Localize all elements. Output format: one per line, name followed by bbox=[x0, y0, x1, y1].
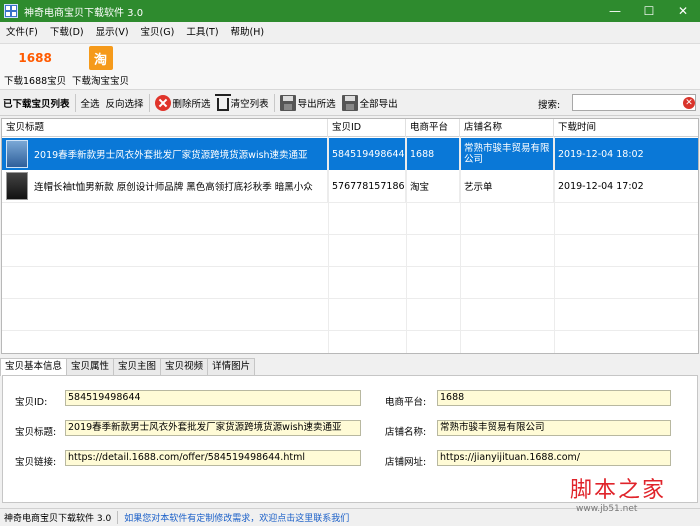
column-divider bbox=[554, 137, 555, 353]
list-title: 已下载宝贝列表 bbox=[3, 98, 70, 110]
cell-time: 2019-12-04 17:02 bbox=[554, 170, 698, 202]
delete-selected-button[interactable]: 删除所选 bbox=[152, 92, 214, 114]
download-1688-label: 下载1688宝贝 bbox=[4, 76, 67, 87]
platform-label: 电商平台: bbox=[385, 397, 427, 408]
column-divider bbox=[460, 137, 461, 353]
taobao-logo-icon: 淘 bbox=[88, 46, 113, 70]
delete-selected-label: 删除所选 bbox=[172, 98, 211, 110]
select-all-button[interactable]: 全选 bbox=[78, 92, 103, 114]
menu-goods[interactable]: 宝贝(G) bbox=[135, 22, 181, 44]
column-header-shop[interactable]: 店铺名称 bbox=[460, 119, 554, 137]
column-divider bbox=[328, 137, 329, 353]
cell-platform: 1688 bbox=[406, 138, 460, 170]
goods-table: 宝贝标题 宝贝ID 电商平台 店铺名称 下载时间 2019春季新款男士风衣外套批… bbox=[1, 118, 699, 354]
status-app-name: 神奇电商宝贝下载软件 3.0 bbox=[0, 511, 119, 524]
site-watermark: 脚本之家 www.jb51.net bbox=[570, 478, 698, 524]
export-selected-button[interactable]: 导出所选 bbox=[277, 92, 339, 114]
tab-main-images[interactable]: 宝贝主图 bbox=[113, 358, 162, 375]
menu-bar: 文件(F) 下载(D) 显示(V) 宝贝(G) 工具(T) 帮助(H) bbox=[0, 22, 700, 44]
clear-search-icon[interactable]: ✕ bbox=[683, 97, 695, 109]
export-all-button[interactable]: 全部导出 bbox=[339, 92, 401, 114]
detail-tabs: 宝贝基本信息 宝贝属性 宝贝主图 宝贝视频 详情图片 bbox=[0, 358, 700, 376]
column-header-title[interactable]: 宝贝标题 bbox=[2, 119, 328, 137]
toolbar-separator bbox=[148, 93, 150, 112]
column-header-time[interactable]: 下载时间 bbox=[554, 119, 698, 137]
menu-download[interactable]: 下载(D) bbox=[44, 22, 90, 44]
search-label: 搜索: bbox=[538, 100, 561, 111]
link-label: 宝贝链接: bbox=[15, 457, 57, 468]
row-title: 2019春季新款男士风衣外套批发厂家货源跨境货源wish速卖通亚 bbox=[34, 150, 308, 161]
contact-link[interactable]: 如果您对本软件有定制修改需求，欢迎点击这里联系我们 bbox=[118, 511, 349, 524]
cell-time: 2019-12-04 18:02 bbox=[554, 138, 698, 170]
table-header: 宝贝标题 宝贝ID 电商平台 店铺名称 下载时间 bbox=[2, 119, 698, 137]
column-header-platform[interactable]: 电商平台 bbox=[406, 119, 460, 137]
title-label: 宝贝标题: bbox=[15, 427, 57, 438]
tab-detail-images[interactable]: 详情图片 bbox=[207, 358, 256, 375]
watermark-text: 脚本之家 bbox=[570, 478, 667, 503]
toolbar-separator bbox=[74, 93, 76, 112]
1688-logo-icon: 1688 bbox=[18, 51, 52, 65]
id-label: 宝贝ID: bbox=[15, 397, 48, 408]
column-divider bbox=[406, 137, 407, 353]
cell-id: 584519498644 bbox=[328, 138, 406, 170]
row-title: 连帽长袖t恤男新款 原创设计师品牌 黑色高领打底衫秋季 暗黑小众 bbox=[34, 182, 313, 193]
cell-shop: 常熟市骏丰贸易有限公司 bbox=[460, 138, 554, 170]
row-shop: 常熟市骏丰贸易有限公司 bbox=[464, 143, 550, 165]
shop-url-field[interactable]: https://jianyijituan.1688.com/ bbox=[437, 450, 671, 466]
export-all-label: 全部导出 bbox=[359, 98, 398, 110]
row-divider bbox=[2, 202, 698, 203]
save-icon bbox=[279, 94, 296, 111]
cell-platform: 淘宝 bbox=[406, 170, 460, 202]
cell-title: 2019春季新款男士风衣外套批发厂家货源跨境货源wish速卖通亚 bbox=[2, 138, 328, 170]
product-thumbnail bbox=[6, 140, 28, 168]
tab-video[interactable]: 宝贝视频 bbox=[160, 358, 209, 375]
table-row[interactable]: 2019春季新款男士风衣外套批发厂家货源跨境货源wish速卖通亚 5845194… bbox=[2, 138, 698, 170]
shop-url-label: 店铺网址: bbox=[385, 457, 427, 468]
close-button[interactable]: ✕ bbox=[666, 0, 700, 22]
link-field[interactable]: https://detail.1688.com/offer/5845194986… bbox=[65, 450, 361, 466]
download-taobao-label: 下载淘宝宝贝 bbox=[72, 76, 130, 87]
menu-view[interactable]: 显示(V) bbox=[90, 22, 135, 44]
window-title: 神奇电商宝贝下载软件 3.0 bbox=[24, 7, 144, 19]
row-divider bbox=[2, 234, 698, 235]
save-icon bbox=[341, 94, 358, 111]
minimize-button[interactable]: — bbox=[598, 0, 632, 22]
menu-help[interactable]: 帮助(H) bbox=[225, 22, 271, 44]
export-selected-label: 导出所选 bbox=[297, 98, 336, 110]
row-divider bbox=[2, 298, 698, 299]
invert-select-button[interactable]: 反向选择 bbox=[103, 92, 147, 114]
app-icon bbox=[4, 4, 18, 18]
trash-icon bbox=[214, 93, 231, 111]
shop-field[interactable]: 常熟市骏丰贸易有限公司 bbox=[437, 420, 671, 436]
cell-title: 连帽长袖t恤男新款 原创设计师品牌 黑色高领打底衫秋季 暗黑小众 bbox=[2, 170, 328, 202]
download-taobao-button[interactable]: 淘 下载淘宝宝贝 bbox=[72, 46, 129, 88]
title-field[interactable]: 2019春季新款男士风衣外套批发厂家货源跨境货源wish速卖通亚 bbox=[65, 420, 361, 436]
row-divider bbox=[2, 330, 698, 331]
search-input[interactable] bbox=[572, 94, 696, 111]
id-field[interactable]: 584519498644 bbox=[65, 390, 361, 406]
cell-shop: 艺示单 bbox=[460, 170, 554, 202]
watermark-url: www.jb51.net bbox=[576, 504, 638, 514]
download-bar: 1688 下载1688宝贝 淘 下载淘宝宝贝 bbox=[0, 44, 700, 90]
toolbar-separator bbox=[273, 93, 275, 112]
delete-icon bbox=[154, 94, 171, 111]
tab-attributes[interactable]: 宝贝属性 bbox=[66, 358, 115, 375]
table-row[interactable]: 连帽长袖t恤男新款 原创设计师品牌 黑色高领打底衫秋季 暗黑小众 5767781… bbox=[2, 170, 698, 202]
cell-id: 576778157186 bbox=[328, 170, 406, 202]
title-bar: 神奇电商宝贝下载软件 3.0 — ☐ ✕ bbox=[0, 0, 700, 22]
maximize-button[interactable]: ☐ bbox=[632, 0, 666, 22]
column-header-id[interactable]: 宝贝ID bbox=[328, 119, 406, 137]
clear-list-button[interactable]: 清空列表 bbox=[214, 92, 272, 114]
download-1688-button[interactable]: 1688 下载1688宝贝 bbox=[4, 46, 66, 88]
product-thumbnail bbox=[6, 172, 28, 200]
row-divider bbox=[2, 266, 698, 267]
platform-field[interactable]: 1688 bbox=[437, 390, 671, 406]
menu-tools[interactable]: 工具(T) bbox=[180, 22, 224, 44]
menu-file[interactable]: 文件(F) bbox=[0, 22, 44, 44]
shop-label: 店铺名称: bbox=[385, 427, 427, 438]
clear-list-label: 清空列表 bbox=[230, 98, 269, 110]
tab-basic-info[interactable]: 宝贝基本信息 bbox=[0, 358, 68, 376]
